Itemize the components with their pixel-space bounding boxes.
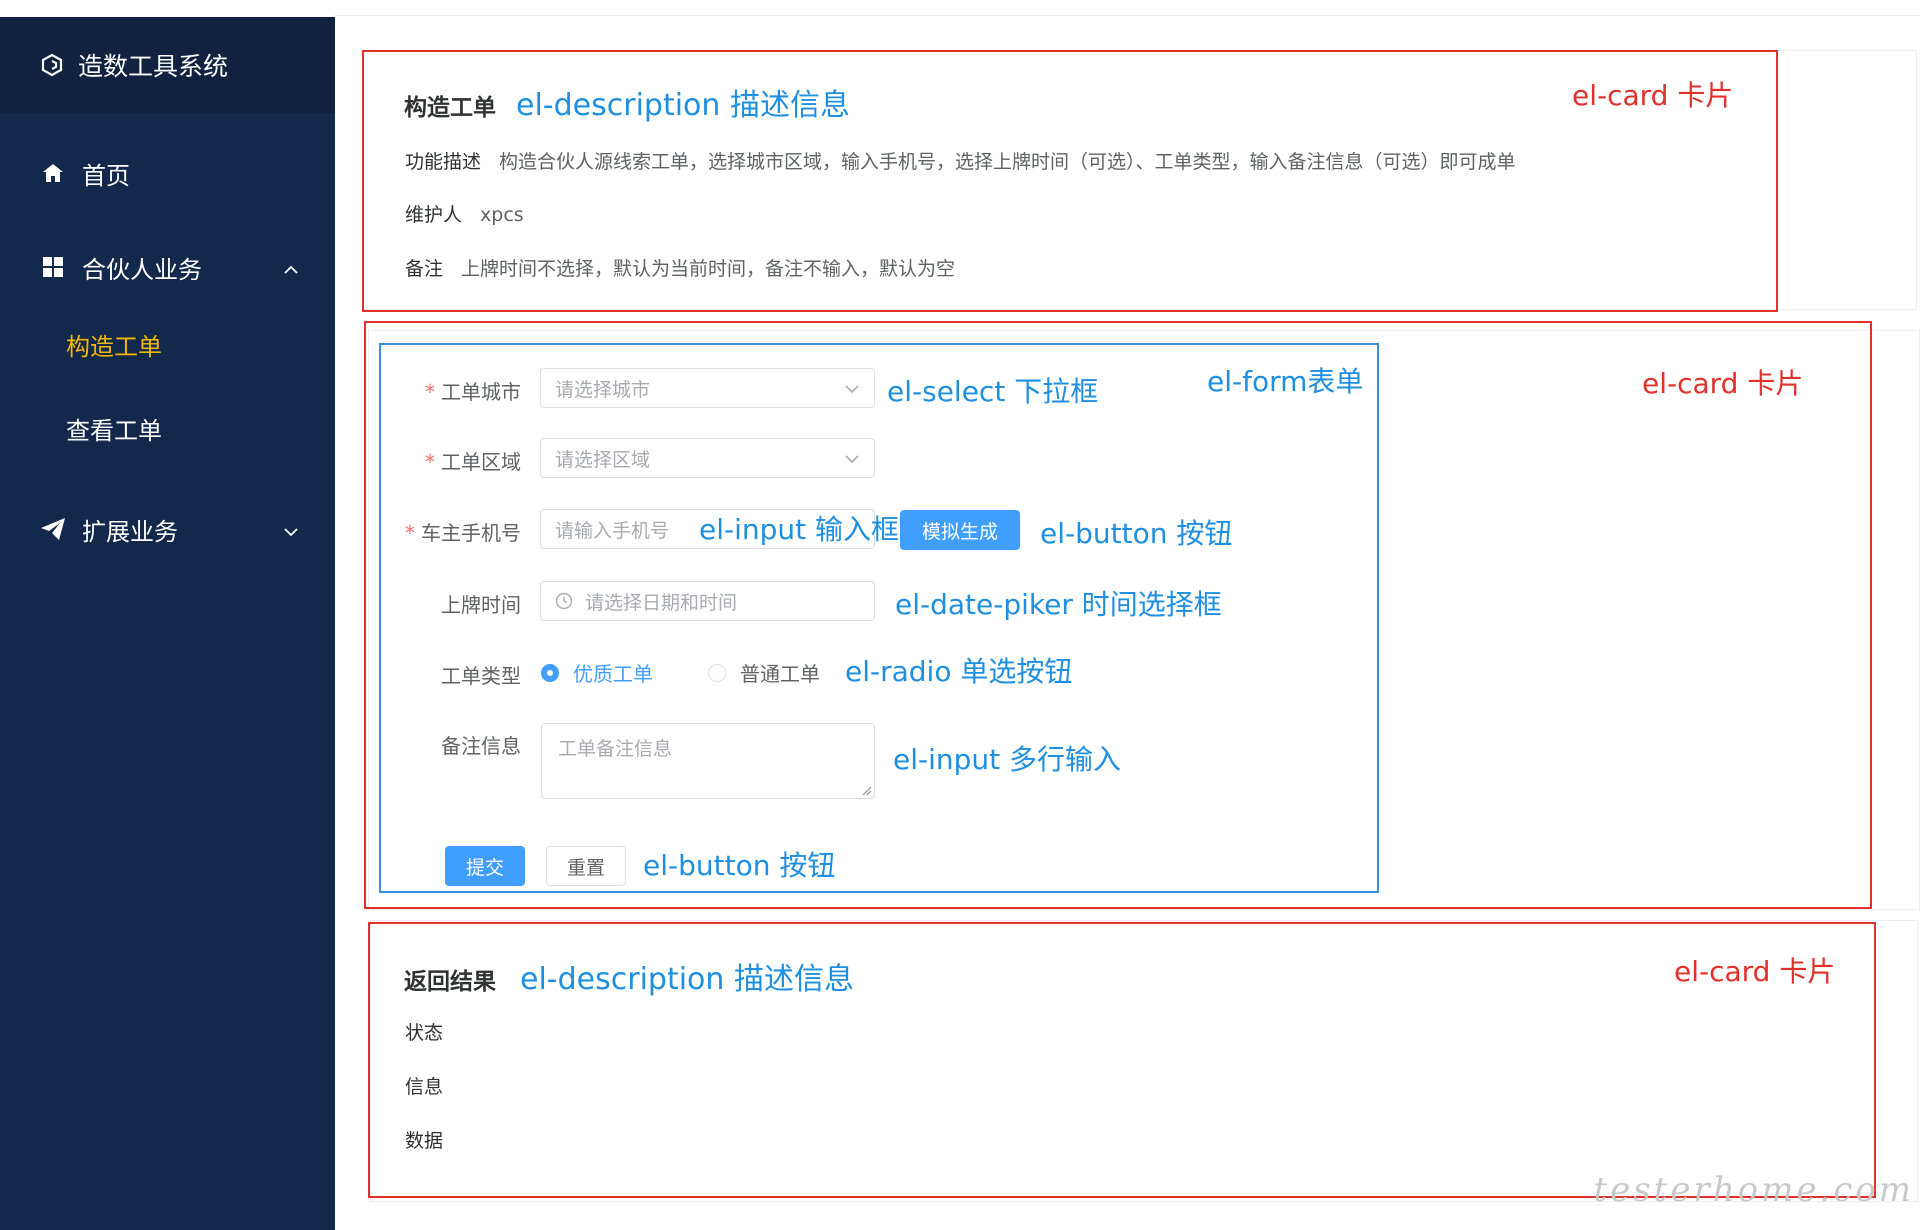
desc-key: 备注 <box>405 258 444 280</box>
annotation-select: el-select 下拉框 <box>887 375 1099 408</box>
area-select[interactable]: 请选择区域 <box>540 438 875 478</box>
card1-title: 构造工单 <box>404 95 496 121</box>
label-type: 工单类型 <box>441 664 521 688</box>
sidebar-item-label: 合伙人业务 <box>82 255 202 284</box>
desc-key: 功能描述 <box>405 151 482 173</box>
label-city: * 工单城市 <box>425 380 521 404</box>
annotation-card3-desc: el-description 描述信息 <box>520 962 854 997</box>
reset-button[interactable]: 重置 <box>546 846 626 886</box>
annotation-card1-label: el-card 卡片 <box>1572 79 1734 112</box>
chevron-down-icon <box>844 447 860 469</box>
chevron-down-icon <box>844 377 860 399</box>
annotation-textarea: el-input 多行输入 <box>893 743 1122 776</box>
sidebar: 造数工具系统 首页 合伙人业务 构造工单 查看工单 扩展业务 <box>0 17 335 1230</box>
desc-value: 构造合伙人源线索工单，选择城市区域，输入手机号，选择上牌时间（可选）、工单类型，… <box>499 151 1516 173</box>
sidebar-item-view-order[interactable]: 查看工单 <box>66 411 162 446</box>
label-date: 上牌时间 <box>441 593 521 617</box>
sidebar-item-label: 首页 <box>82 161 130 190</box>
annotation-card2-label: el-card 卡片 <box>1642 367 1804 400</box>
desc-row-remark: 备注 上牌时间不选择，默认为当前时间，备注不输入，默认为空 <box>405 254 955 281</box>
city-select[interactable]: 请选择城市 <box>540 368 875 408</box>
sidebar-item-extend[interactable]: 扩展业务 <box>0 497 335 561</box>
annotation-card1-desc: el-description 描述信息 <box>516 88 850 123</box>
chevron-down-icon <box>283 515 299 543</box>
desc-row-maintainer: 维护人 xpcs <box>405 200 524 227</box>
annotation-box-form <box>379 343 1379 893</box>
sidebar-item-create-order[interactable]: 构造工单 <box>66 327 162 362</box>
resize-handle-icon[interactable] <box>860 784 872 796</box>
home-icon <box>40 160 66 186</box>
annotation-card3-label: el-card 卡片 <box>1674 955 1836 988</box>
annotation-radio: el-radio 单选按钮 <box>845 655 1073 688</box>
watermark: testerhome.com <box>1593 1170 1914 1210</box>
sidebar-item-partner[interactable]: 合伙人业务 <box>0 235 335 299</box>
chevron-up-icon <box>283 253 299 281</box>
header-divider <box>335 15 1920 16</box>
logo-icon <box>40 53 64 77</box>
annotation-form-label: el-form表单 <box>1207 365 1364 398</box>
radio-premium[interactable]: 优质工单 <box>541 658 653 687</box>
clock-icon <box>555 592 573 610</box>
label-phone: * 车主手机号 <box>405 521 521 545</box>
sidebar-item-home[interactable]: 首页 <box>0 141 335 205</box>
date-picker[interactable]: 请选择日期和时间 <box>540 581 875 621</box>
annotation-input: el-input 输入框 <box>699 513 900 546</box>
result-row-data: 数据 <box>405 1130 444 1152</box>
generate-button[interactable]: 模拟生成 <box>900 510 1020 550</box>
desc-value: xpcs <box>480 204 524 226</box>
app-title: 造数工具系统 <box>78 52 229 81</box>
app-logo[interactable]: 造数工具系统 <box>0 17 335 113</box>
result-row-info: 信息 <box>405 1076 444 1098</box>
submit-button[interactable]: 提交 <box>445 846 525 886</box>
remark-textarea[interactable]: 工单备注信息 <box>541 723 875 799</box>
radio-dot <box>708 663 726 682</box>
desc-value: 上牌时间不选择，默认为当前时间，备注不输入，默认为空 <box>461 258 956 280</box>
label-remark: 备注信息 <box>441 734 521 758</box>
result-row-status: 状态 <box>405 1022 444 1044</box>
grid-icon <box>40 254 66 280</box>
send-icon <box>40 516 66 542</box>
radio-normal[interactable]: 普通工单 <box>708 658 820 687</box>
annotation-generate-button: el-button 按钮 <box>1040 517 1233 550</box>
sidebar-item-label: 扩展业务 <box>82 517 178 546</box>
annotation-date: el-date-piker 时间选择框 <box>895 588 1222 621</box>
radio-dot <box>541 663 559 682</box>
label-area: * 工单区域 <box>425 450 521 474</box>
desc-row-function: 功能描述 构造合伙人源线索工单，选择城市区域，输入手机号，选择上牌时间（可选）、工… <box>405 147 1516 174</box>
desc-key: 维护人 <box>405 204 463 226</box>
annotation-buttons: el-button 按钮 <box>643 849 836 882</box>
card3-title: 返回结果 <box>404 969 496 995</box>
app-root: 造数工具系统 首页 合伙人业务 构造工单 查看工单 扩展业务 el-card 卡… <box>0 0 1920 1230</box>
